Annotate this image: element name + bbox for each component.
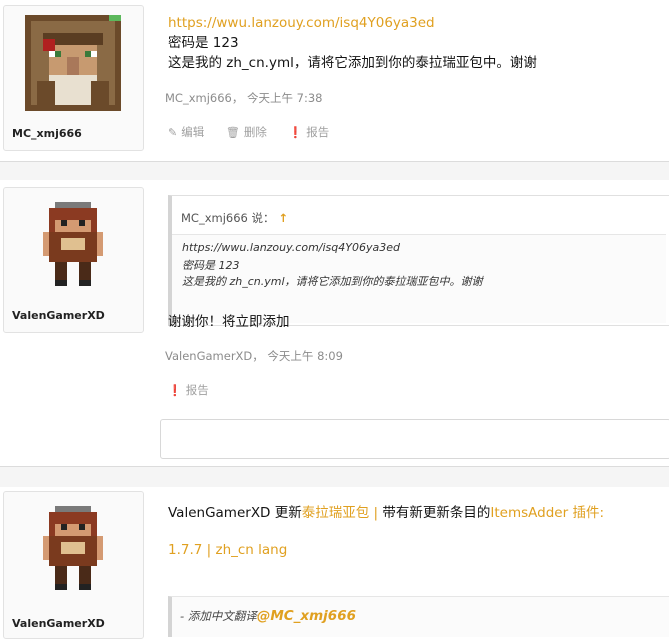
update-prefix: ValenGamerXD 更新 — [168, 505, 302, 521]
username[interactable]: ValenGamerXD — [12, 617, 105, 630]
delete-button[interactable]: 🗑 删除 — [226, 124, 267, 140]
quote-author-label: MC_xmj666 说： — [181, 211, 275, 225]
avatar[interactable] — [25, 15, 121, 111]
download-link[interactable]: https://wwu.lanzouy.com/isq4Y06ya3ed — [168, 13, 537, 33]
changelog-entry: - 添加中文翻译@MC_xmj666 — [180, 608, 356, 624]
report-button[interactable]: ❗ 报告 — [289, 124, 330, 140]
post-separator — [0, 161, 669, 181]
quote-block: MC_xmj666 说： ↑ https://wwu.lanzouy.com/is… — [168, 195, 669, 326]
trash-icon: 🗑 — [225, 125, 240, 139]
pencil-icon: ✎ — [168, 125, 178, 139]
resource-link[interactable]: 泰拉瑞亚包 — [302, 505, 370, 521]
username[interactable]: MC_xmj666 — [12, 127, 82, 140]
password-line: 密码是 123 — [168, 35, 239, 51]
post-1: MC_xmj666 https://wwu.lanzouy.com/isq4Y0… — [0, 0, 669, 161]
post-3: ValenGamerXD ValenGamerXD 更新泰拉瑞亚包 | 带有新更… — [0, 487, 669, 639]
delete-label: 删除 — [243, 125, 267, 139]
post-meta[interactable]: MC_xmj666， 今天上午 7:38 — [165, 90, 323, 106]
warning-icon: ❗ — [288, 125, 303, 139]
quote-content: https://wwu.lanzouy.com/isq4Y06ya3ed 密码是… — [172, 234, 666, 323]
user-card: MC_xmj666 — [3, 5, 144, 151]
update-middle: 带有新更新条目的 — [382, 505, 491, 521]
report-label: 报告 — [306, 125, 330, 139]
edit-button[interactable]: ✎ 编辑 — [168, 124, 204, 140]
user-card: ValenGamerXD — [3, 491, 144, 639]
post-meta[interactable]: ValenGamerXD， 今天上午 8:09 — [165, 348, 343, 364]
quote-link[interactable]: https://wwu.lanzouy.com/isq4Y06ya3ed — [182, 241, 400, 254]
changelog-text: - 添加中文翻译 — [180, 609, 257, 623]
changelog-block: - 添加中文翻译@MC_xmj666 — [168, 596, 669, 637]
avatar[interactable] — [25, 196, 121, 292]
edit-label: 编辑 — [181, 125, 205, 139]
quote-author: MC_xmj666 说： ↑ — [181, 210, 288, 226]
update-notice: ValenGamerXD 更新泰拉瑞亚包 | 带有新更新条目的ItemsAdde… — [168, 501, 604, 521]
report-label: 报告 — [185, 383, 209, 397]
post-actions: ❗ 报告 — [168, 382, 227, 398]
post-2: ValenGamerXD MC_xmj666 说： ↑ https://wwu.l… — [0, 180, 669, 466]
warning-icon: ❗ — [168, 383, 182, 397]
plugin-link[interactable]: ItemsAdder 插件: — [490, 505, 604, 521]
report-button[interactable]: ❗ 报告 — [168, 382, 209, 398]
message-line: 这是我的 zh_cn.yml，请将它添加到你的泰拉瑞亚包中。谢谢 — [168, 55, 537, 71]
update-separator: | — [369, 505, 383, 521]
avatar[interactable] — [25, 500, 121, 596]
reply-text: 谢谢你！将立即添加 — [168, 314, 290, 330]
version-title[interactable]: 1.7.7 | zh_cn lang — [168, 542, 287, 558]
post-actions: ✎ 编辑 🗑 删除 ❗ 报告 — [168, 124, 347, 140]
reply-input[interactable] — [160, 419, 669, 459]
post-separator — [0, 466, 669, 488]
user-card: ValenGamerXD — [3, 187, 144, 333]
quote-line-2: 这是我的 zh_cn.yml，请将它添加到你的泰拉瑞亚包中。谢谢 — [182, 275, 483, 288]
jump-to-quote-icon[interactable]: ↑ — [279, 211, 289, 225]
username[interactable]: ValenGamerXD — [12, 309, 105, 322]
user-mention[interactable]: @MC_xmj666 — [257, 608, 356, 624]
post-content: https://wwu.lanzouy.com/isq4Y06ya3ed 密码是… — [168, 13, 537, 73]
quote-line-1: 密码是 123 — [182, 259, 240, 272]
